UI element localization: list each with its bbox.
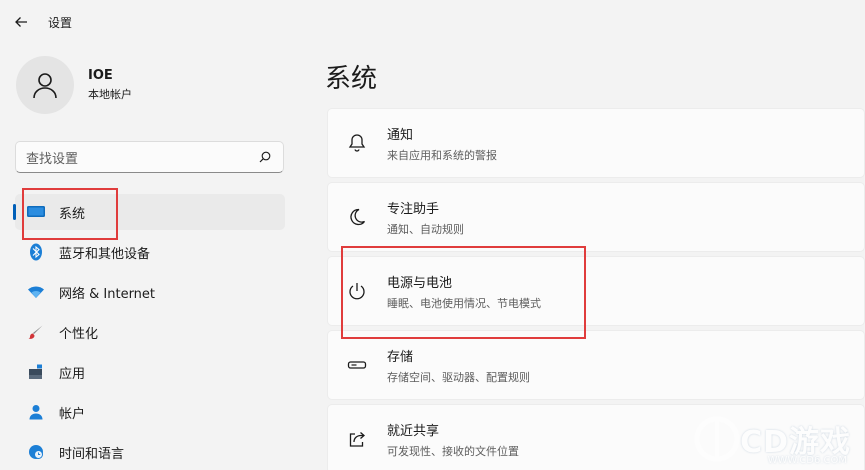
sidebar-item-personalization[interactable]: 个性化 — [15, 314, 285, 350]
bell-icon — [346, 132, 368, 154]
bluetooth-icon — [25, 243, 47, 261]
card-power-battery[interactable]: 电源与电池 睡眠、电池使用情况、节电模式 — [327, 256, 865, 326]
card-subtitle: 通知、自动规则 — [387, 222, 464, 236]
arrow-left-icon — [15, 17, 27, 27]
page-title: 系统 — [325, 64, 378, 94]
sidebar-item-label: 个性化 — [59, 326, 99, 342]
drive-icon — [346, 354, 368, 376]
search-placeholder: 查找设置 — [26, 151, 79, 167]
window-title: 设置 — [48, 15, 73, 30]
sidebar-item-bluetooth[interactable]: 蓝牙和其他设备 — [15, 234, 285, 270]
monitor-icon — [25, 203, 47, 221]
card-storage[interactable]: 存储 存储空间、驱动器、配置规则 — [327, 330, 865, 400]
main-content: 系统 通知 来自应用和系统的警报 专注助手 通知、自动规则 电源与电池 睡眠、电… — [300, 44, 865, 470]
sidebar-item-apps[interactable]: 应用 — [15, 354, 285, 390]
avatar — [16, 56, 74, 114]
card-notifications[interactable]: 通知 来自应用和系统的警报 — [327, 108, 865, 178]
card-subtitle: 来自应用和系统的警报 — [387, 148, 497, 162]
search-icon[interactable] — [257, 149, 273, 165]
power-icon — [346, 280, 368, 302]
card-title: 电源与电池 — [387, 275, 453, 291]
sidebar-item-label: 应用 — [59, 366, 86, 382]
apps-icon — [25, 363, 47, 381]
card-title: 就近共享 — [387, 423, 440, 439]
person-outline-icon — [33, 73, 57, 99]
sidebar: IOE 本地帐户 查找设置 系统 蓝牙和其他设备 网络 & Internet 个… — [0, 44, 300, 470]
moon-icon — [346, 206, 368, 228]
sidebar-item-network[interactable]: 网络 & Internet — [15, 274, 285, 310]
sidebar-nav: 系统 蓝牙和其他设备 网络 & Internet 个性化 应用 帐户 时间和语言 — [0, 194, 300, 470]
sidebar-item-label: 系统 — [59, 206, 86, 222]
settings-list: 通知 来自应用和系统的警报 专注助手 通知、自动规则 电源与电池 睡眠、电池使用… — [327, 108, 865, 470]
sidebar-item-system[interactable]: 系统 — [13, 194, 285, 230]
card-title: 存储 — [387, 349, 414, 365]
wifi-icon — [25, 283, 47, 301]
sidebar-item-label: 时间和语言 — [59, 446, 125, 462]
card-subtitle: 可发现性、接收的文件位置 — [387, 444, 519, 458]
person-icon — [25, 403, 47, 421]
account-type: 本地帐户 — [88, 88, 132, 101]
brush-icon — [25, 323, 47, 341]
title-bar: 设置 — [0, 0, 865, 44]
sidebar-item-label: 帐户 — [59, 406, 86, 422]
sidebar-item-label: 网络 & Internet — [59, 286, 156, 302]
globe-clock-icon — [25, 443, 47, 461]
user-profile[interactable]: IOE 本地帐户 — [16, 56, 132, 114]
active-indicator — [13, 204, 16, 220]
share-icon — [346, 428, 368, 450]
back-button[interactable] — [6, 7, 36, 37]
sidebar-item-accounts[interactable]: 帐户 — [15, 394, 285, 430]
search-input[interactable]: 查找设置 — [15, 141, 284, 173]
card-nearby-sharing[interactable]: 就近共享 可发现性、接收的文件位置 — [327, 404, 865, 470]
card-subtitle: 睡眠、电池使用情况、节电模式 — [387, 296, 541, 310]
card-subtitle: 存储空间、驱动器、配置规则 — [387, 370, 530, 384]
card-title: 专注助手 — [387, 201, 440, 217]
sidebar-item-label: 蓝牙和其他设备 — [59, 246, 151, 262]
card-focus-assist[interactable]: 专注助手 通知、自动规则 — [327, 182, 865, 252]
sidebar-item-time-language[interactable]: 时间和语言 — [15, 434, 285, 470]
user-name: IOE — [88, 68, 113, 83]
card-title: 通知 — [387, 127, 414, 143]
